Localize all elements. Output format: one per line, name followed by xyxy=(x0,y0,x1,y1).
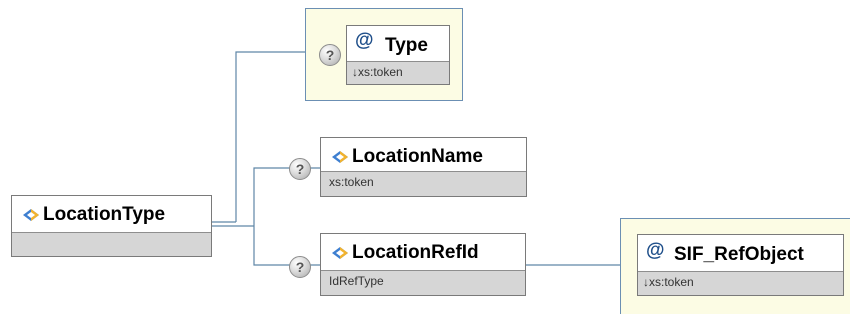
attribute-type-label: ↓xs:token xyxy=(352,65,403,79)
element-type-bar xyxy=(12,232,211,256)
root-element-location-type[interactable]: LocationType xyxy=(11,195,212,257)
element-type-bar: xs:token xyxy=(321,171,526,196)
attribute-title: Type xyxy=(385,35,428,56)
attribute-group-sif-ref-object: @ SIF_RefObject ↓xs:token xyxy=(620,218,850,314)
element-icon xyxy=(23,209,39,221)
element-title: LocationName xyxy=(352,146,483,167)
element-title: LocationType xyxy=(43,204,166,225)
at-icon: @ xyxy=(355,30,374,51)
element-type-label: xs:token xyxy=(329,175,374,189)
attribute-sif-ref-object[interactable]: @ SIF_RefObject ↓xs:token xyxy=(637,234,844,296)
attribute-title: SIF_RefObject xyxy=(674,244,804,265)
optional-icon: ? xyxy=(289,256,311,278)
attribute-type-label: ↓xs:token xyxy=(643,275,694,289)
element-title: LocationRefId xyxy=(352,242,479,263)
element-location-name[interactable]: LocationName xs:token xyxy=(320,137,527,197)
element-type-bar: IdRefType xyxy=(321,270,525,295)
attribute-type-bar: ↓xs:token xyxy=(638,271,843,295)
optional-icon: ? xyxy=(319,44,341,66)
attribute-type-bar: ↓xs:token xyxy=(347,61,449,84)
at-icon: @ xyxy=(646,240,665,261)
optional-icon: ? xyxy=(289,158,311,180)
attribute-type[interactable]: @ Type ↓xs:token xyxy=(346,25,450,85)
element-location-ref-id[interactable]: LocationRefId IdRefType xyxy=(320,233,526,296)
attribute-group-type: ? @ Type ↓xs:token xyxy=(305,8,463,101)
element-icon xyxy=(332,151,348,163)
element-icon xyxy=(332,247,348,259)
element-type-label: IdRefType xyxy=(329,274,384,288)
